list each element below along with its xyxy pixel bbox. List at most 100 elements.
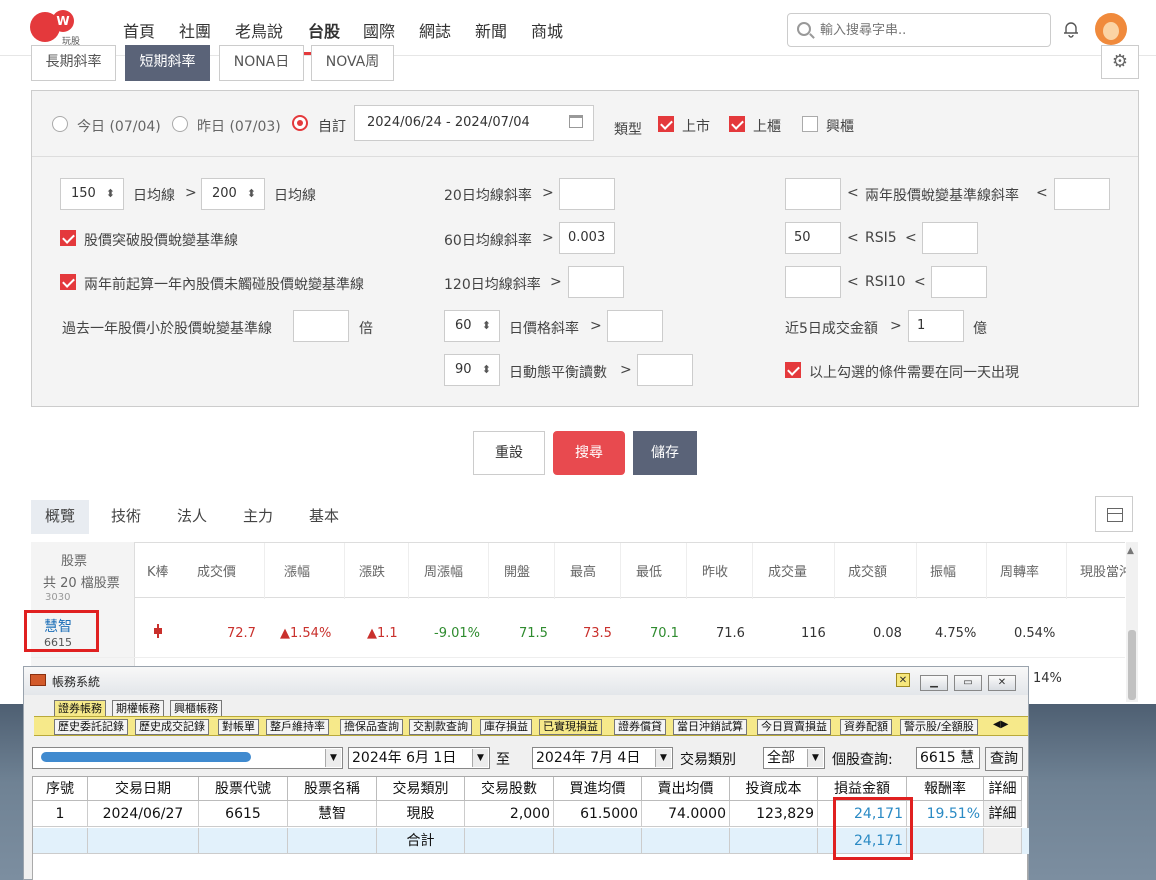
- slope120-input[interactable]: [568, 266, 624, 298]
- radio-today[interactable]: [52, 116, 68, 132]
- nav-shop[interactable]: 商城: [531, 18, 563, 42]
- tab-warning-stocks[interactable]: 警示股/全額股: [900, 719, 978, 735]
- col-week-pct[interactable]: 周漲幅: [424, 561, 463, 580]
- tab-daytrade-calc[interactable]: 當日沖銷試算: [673, 719, 747, 735]
- search-button[interactable]: 搜尋: [553, 431, 625, 475]
- tab-margin-quota[interactable]: 資券配額: [840, 719, 892, 735]
- rsi5-high[interactable]: [922, 222, 978, 254]
- two-year-slope-low[interactable]: [785, 178, 841, 210]
- user-avatar[interactable]: [1095, 13, 1127, 45]
- nav-tw-stock[interactable]: 台股: [308, 18, 340, 42]
- reset-button[interactable]: 重設: [473, 431, 545, 475]
- col-high[interactable]: 最高: [570, 561, 596, 580]
- tab-trade-history[interactable]: 歷史成交記錄: [135, 719, 209, 735]
- col-amount[interactable]: 成交額: [848, 561, 887, 580]
- radio-yesterday[interactable]: [172, 116, 188, 132]
- tab-overview[interactable]: 概覽: [31, 500, 89, 534]
- col-amplitude[interactable]: 振幅: [930, 561, 956, 580]
- bell-icon[interactable]: [1062, 20, 1080, 38]
- tab-statement[interactable]: 對帳單: [218, 719, 259, 735]
- checkbox-otc[interactable]: [729, 116, 745, 132]
- tab-nona-day[interactable]: NONA日: [219, 45, 304, 81]
- nav-veteran[interactable]: 老鳥說: [235, 18, 283, 42]
- checkbox-same-day[interactable]: [785, 362, 801, 378]
- tab-maintenance-ratio[interactable]: 整戶維持率: [266, 719, 329, 735]
- col-low[interactable]: 最低: [636, 561, 662, 580]
- tab-major[interactable]: 主力: [233, 500, 283, 534]
- rsi10-high[interactable]: [931, 266, 987, 298]
- col-prev-close[interactable]: 昨收: [702, 561, 728, 580]
- balance-input[interactable]: [637, 354, 693, 386]
- table-layout-icon[interactable]: [1095, 496, 1133, 532]
- col-price[interactable]: 成交價: [197, 561, 236, 580]
- trade-type-select[interactable]: 全部 ▼: [763, 747, 825, 769]
- stock-query-input[interactable]: 6615 慧智: [916, 747, 980, 769]
- price-slope-input[interactable]: [607, 310, 663, 342]
- col-turnover[interactable]: 周轉率: [1000, 561, 1039, 580]
- tab-institutional[interactable]: 法人: [167, 500, 217, 534]
- settings-gear-icon[interactable]: ⚙: [1101, 45, 1139, 79]
- detail-button[interactable]: 詳細: [984, 801, 1022, 827]
- table-row[interactable]: 慧智 6615 72.7 ▲1.54% ▲1.1 -9.01% 71.5 73.…: [31, 610, 1125, 658]
- col-change[interactable]: 漲跌: [359, 561, 385, 580]
- tab-order-history[interactable]: 歷史委託記錄: [54, 719, 128, 735]
- checkbox-break-baseline[interactable]: [60, 230, 76, 246]
- tab-technical[interactable]: 技術: [101, 500, 151, 534]
- slope60-input[interactable]: 0.003: [559, 222, 615, 254]
- minimize-button[interactable]: ▁: [920, 675, 948, 691]
- tab-realized-pnl[interactable]: 已實現損益: [539, 719, 602, 735]
- tab-nova-week[interactable]: NOVA周: [311, 45, 394, 81]
- scrollbar-thumb[interactable]: [1128, 630, 1136, 700]
- date-to-picker[interactable]: 2024年 7月 4日 ▼: [532, 747, 673, 769]
- checkbox-emerging[interactable]: [802, 116, 818, 132]
- tab-long-slope[interactable]: 長期斜率: [31, 45, 116, 81]
- tab-securities-account[interactable]: 證券帳務: [54, 700, 106, 716]
- account-select[interactable]: ▼: [32, 747, 343, 769]
- radio-custom[interactable]: [292, 115, 308, 131]
- tab-loan-repay[interactable]: 證券償貸: [614, 719, 666, 735]
- checkbox-two-year[interactable]: [60, 274, 76, 290]
- two-year-slope-high[interactable]: [1054, 178, 1110, 210]
- tab-inventory-pnl[interactable]: 庫存損益: [480, 719, 532, 735]
- tab-emerging-account[interactable]: 興櫃帳務: [170, 700, 222, 716]
- query-button[interactable]: 查詢: [985, 747, 1023, 771]
- date-range-input[interactable]: 2024/06/24 - 2024/07/04: [354, 105, 594, 141]
- balance-days-select[interactable]: 90: [444, 354, 500, 386]
- scroll-up-arrow-icon[interactable]: ▲: [1127, 546, 1134, 556]
- col-kbar[interactable]: K棒: [147, 561, 169, 580]
- close-button[interactable]: ✕: [988, 675, 1016, 691]
- pin-icon[interactable]: ✕: [896, 673, 910, 687]
- tab-futures-account[interactable]: 期權帳務: [112, 700, 164, 716]
- search-input[interactable]: [820, 20, 1040, 40]
- tab-scroll-arrows-icon[interactable]: ◀▶: [993, 719, 1008, 730]
- col-change-pct[interactable]: 漲幅: [284, 561, 310, 580]
- tab-collateral[interactable]: 擔保品查詢: [340, 719, 403, 735]
- price-slope-days-select[interactable]: 60: [444, 310, 500, 342]
- rsi10-low[interactable]: [785, 266, 841, 298]
- col-volume[interactable]: 成交量: [768, 561, 807, 580]
- volume-input[interactable]: 1: [908, 310, 964, 342]
- rsi5-low[interactable]: 50: [785, 222, 841, 254]
- save-button[interactable]: 儲存: [633, 431, 697, 475]
- maximize-button[interactable]: ▭: [954, 675, 982, 691]
- date-from-picker[interactable]: 2024年 6月 1日 ▼: [348, 747, 490, 769]
- window-titlebar[interactable]: 帳務系統 ✕ ▁ ▭ ✕: [24, 667, 1028, 695]
- slope20-input[interactable]: [559, 178, 615, 210]
- search-box[interactable]: [787, 13, 1051, 47]
- ma-b-select[interactable]: 200: [201, 178, 265, 210]
- nav-news[interactable]: 新聞: [475, 18, 507, 42]
- nav-community[interactable]: 社團: [179, 18, 211, 42]
- nav-international[interactable]: 國際: [363, 18, 395, 42]
- past-year-input[interactable]: [293, 310, 349, 342]
- col-daytrade[interactable]: 現股當沖: [1080, 561, 1132, 580]
- site-logo[interactable]: W 玩股網: [30, 10, 84, 60]
- tab-today-pnl[interactable]: 今日買賣損益: [757, 719, 831, 735]
- nav-blog[interactable]: 網誌: [419, 18, 451, 42]
- tab-short-slope[interactable]: 短期斜率: [125, 45, 210, 81]
- nav-home[interactable]: 首頁: [123, 18, 155, 42]
- tab-fundamental[interactable]: 基本: [299, 500, 349, 534]
- ma-a-select[interactable]: 150: [60, 178, 124, 210]
- tab-settlement[interactable]: 交割款查詢: [409, 719, 472, 735]
- col-open[interactable]: 開盤: [504, 561, 530, 580]
- checkbox-listed[interactable]: [658, 116, 674, 132]
